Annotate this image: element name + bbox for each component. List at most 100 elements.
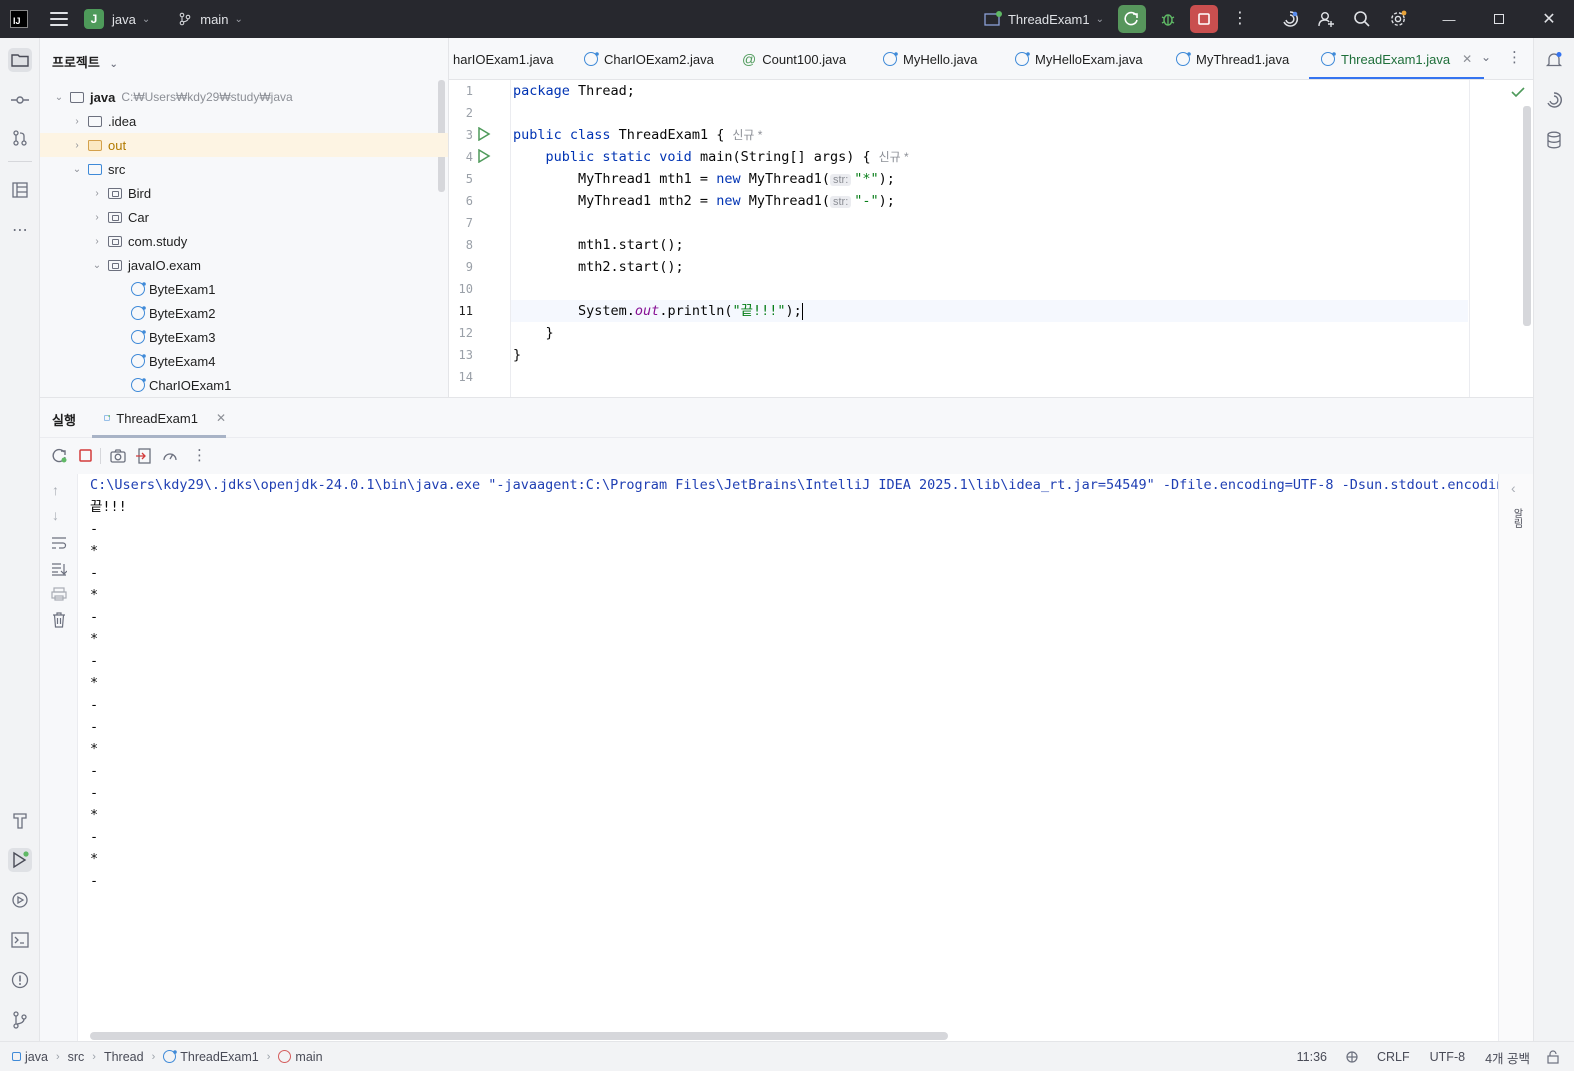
indent-setting[interactable]: 4개 공백 [1485,1048,1530,1067]
line-separator[interactable]: CRLF [1377,1050,1410,1064]
tree-item-javaio-exam[interactable]: ⌄ javaIO.exam [40,253,448,277]
search-everywhere-button[interactable] [1348,5,1376,33]
checkmark-icon[interactable] [1511,86,1525,98]
terminal-tool-button[interactable] [8,928,32,952]
camera-icon[interactable] [110,448,126,464]
ai-assistant-button[interactable] [1276,5,1304,33]
breadcrumb-item[interactable]: java [25,1050,48,1064]
tab-chario-exam1[interactable]: harIOExam1.java [453,38,553,79]
run-gutter-icon[interactable] [477,127,491,141]
tree-item-chariexam1[interactable]: CharIOExam1 [40,373,448,397]
tree-root-java[interactable]: ⌄ java C:₩Users₩kdy29₩study₩java [40,85,448,109]
problems-tool-button[interactable] [8,968,32,992]
tree-item-com-study[interactable]: › com.study [40,229,448,253]
code-token: .println( [659,303,733,319]
close-tab-icon[interactable]: ✕ [216,411,226,425]
console-line: - [90,609,99,625]
tree-item-idea[interactable]: › .idea [40,109,448,133]
run-tool-button[interactable] [8,848,32,872]
tree-item-byteexam2[interactable]: ByteExam2 [40,301,448,325]
close-window-button[interactable]: ✕ [1524,0,1574,38]
minimize-button[interactable]: — [1424,0,1474,38]
project-panel-header[interactable]: 프로젝트 ⌄ [52,52,118,71]
more-vertical-icon[interactable]: ⋮ [1507,48,1522,66]
tree-item-bird[interactable]: › Bird [40,181,448,205]
arrow-up-icon[interactable]: ↑ [52,482,59,498]
code-with-me-button[interactable] [1312,5,1340,33]
run-gutter-icon[interactable] [477,149,491,163]
author-hint[interactable]: 신규 * [879,150,909,164]
build-tool-button[interactable] [8,808,32,832]
profiler-icon[interactable] [162,448,178,464]
more-vertical-icon[interactable]: ⋮ [192,446,207,464]
breadcrumb-item[interactable]: Thread [104,1050,144,1064]
trash-icon[interactable] [52,612,66,628]
code-token: out [634,303,660,319]
arrow-down-icon[interactable]: ↓ [52,507,59,523]
intellij-logo-icon[interactable]: IJ [10,10,28,28]
stop-button[interactable] [1190,5,1218,33]
tab-chario-exam2[interactable]: CharIOExam2.java [584,38,714,79]
ai-chat-button[interactable] [1542,88,1566,112]
settings-button[interactable] [1384,5,1412,33]
project-tool-button[interactable] [8,48,32,72]
rerun-icon[interactable] [52,448,68,464]
code-editor[interactable]: 1 2 3 4 5 6 7 8 9 10 11 12 13 14 package… [449,80,1533,397]
tab-myhelloexam[interactable]: MyHelloExam.java [1015,38,1143,79]
services-tool-button[interactable] [8,888,32,912]
more-tools-button[interactable]: ⋯ [8,218,32,242]
tree-item-car[interactable]: › Car [40,205,448,229]
soft-wrap-icon[interactable] [51,536,67,550]
main-menu-icon[interactable] [50,12,68,26]
close-tab-icon[interactable]: ✕ [1462,52,1472,66]
pull-requests-tool-button[interactable] [8,126,32,150]
breadcrumb-item[interactable]: ThreadExam1 [180,1050,259,1064]
chevron-left-icon[interactable]: ‹ [1511,480,1516,496]
stop-icon[interactable] [78,448,94,464]
author-hint[interactable]: 신규 * [732,128,762,142]
tree-item-byteexam3[interactable]: ByteExam3 [40,325,448,349]
print-icon[interactable] [51,587,67,601]
exit-icon[interactable] [136,448,152,464]
lock-icon[interactable] [1546,1050,1560,1064]
code-token: ); [878,193,895,209]
maximize-button[interactable] [1474,0,1524,38]
database-button[interactable] [1542,128,1566,152]
git-tool-button[interactable] [8,1008,32,1032]
tab-mythread1[interactable]: MyThread1.java [1176,38,1289,79]
run-config-selector[interactable]: ThreadExam1 ⌄ [984,0,1104,38]
notification-side-label[interactable]: 알림 [1509,508,1524,528]
console-horizontal-scrollbar[interactable] [90,1032,948,1040]
chevron-right-icon: › [55,1050,60,1063]
class-icon [1321,52,1335,66]
console-output[interactable]: C:\Users\kdy29\.jdks\openjdk-24.0.1\bin\… [78,474,1498,1042]
inspection-icon[interactable] [1345,1050,1359,1064]
tab-list-chevron-icon[interactable]: ⌄ [1481,50,1491,64]
branch-switcher[interactable]: main ⌄ [178,0,243,38]
commit-tool-button[interactable] [8,88,32,112]
rerun-button[interactable] [1118,5,1146,33]
editor-scrollbar[interactable] [1523,106,1531,326]
tab-count100[interactable]: @ Count100.java [742,38,846,79]
class-icon [1176,52,1190,66]
caret-position[interactable]: 11:36 [1297,1050,1327,1064]
line-number: 10 [458,282,473,296]
more-actions-button[interactable]: ⋮ [1226,5,1254,33]
structure-tool-button[interactable] [8,178,32,202]
bug-icon [1161,14,1175,26]
tree-item-out[interactable]: › out [40,133,448,157]
tree-item-byteexam4[interactable]: ByteExam4 [40,349,448,373]
notifications-button[interactable] [1542,48,1566,72]
tab-threadexam1[interactable]: ThreadExam1.java ✕ [1309,38,1485,79]
tree-item-src[interactable]: ⌄ src [40,157,448,181]
run-tab-threadexam1[interactable]: ThreadExam1 ✕ [92,398,226,438]
debug-button[interactable] [1154,5,1182,33]
breadcrumb-item[interactable]: src [68,1050,85,1064]
scroll-to-end-icon[interactable] [51,562,67,576]
code-token: new [716,193,741,209]
tab-myhello[interactable]: MyHello.java [883,38,977,79]
project-switcher[interactable]: J java ⌄ [68,0,150,38]
tree-item-byteexam1[interactable]: ByteExam1 [40,277,448,301]
file-encoding[interactable]: UTF-8 [1430,1050,1465,1064]
breadcrumb-item[interactable]: main [295,1050,322,1064]
